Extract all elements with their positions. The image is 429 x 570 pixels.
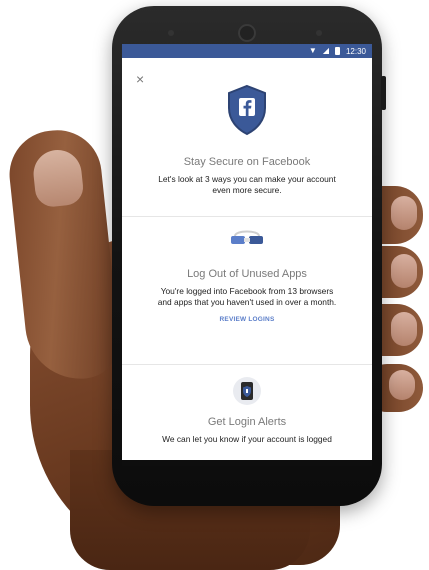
section-unused-apps: Log Out of Unused Apps You're logged int… [122,226,372,326]
wifi-icon: ▼ [308,46,317,55]
section-stay-secure: Stay Secure on Facebook Let's look at 3 … [122,84,372,196]
finger-nail [391,254,417,288]
battery-icon [334,47,340,55]
section-title: Log Out of Unused Apps [187,268,307,280]
phone-sensor [316,30,322,36]
section-title: Get Login Alerts [207,416,287,428]
finger-nail [389,370,415,400]
scroll-fade [122,444,372,460]
finger-nail [391,312,417,346]
section-body: You're logged into Facebook from 13 brow… [157,286,337,307]
apps-icon [231,230,263,244]
signal-icon: ◢ [322,46,329,55]
section-title: Stay Secure on Facebook [183,156,311,168]
login-alerts-icon [233,377,261,405]
section-login-alerts: Get Login Alerts We can let you know if … [122,374,372,445]
phone-device: ▼ ◢ 12:30 × Stay Secure on Facebook Let'… [112,6,386,506]
phone-bezel [122,460,372,466]
divider [122,364,372,365]
facebook-shield-icon [228,84,266,136]
phone-screen: ▼ ◢ 12:30 × Stay Secure on Facebook Let'… [122,44,372,460]
phone-sensor [168,30,174,36]
status-bar: ▼ ◢ 12:30 [122,44,372,58]
phone-camera [238,24,256,42]
review-logins-link[interactable]: REVIEW LOGINS [220,316,275,323]
power-button[interactable] [381,76,386,110]
divider [122,216,372,217]
section-body: Let's look at 3 ways you can make your a… [158,174,336,195]
status-time: 12:30 [345,46,366,56]
finger-nail [391,196,417,230]
